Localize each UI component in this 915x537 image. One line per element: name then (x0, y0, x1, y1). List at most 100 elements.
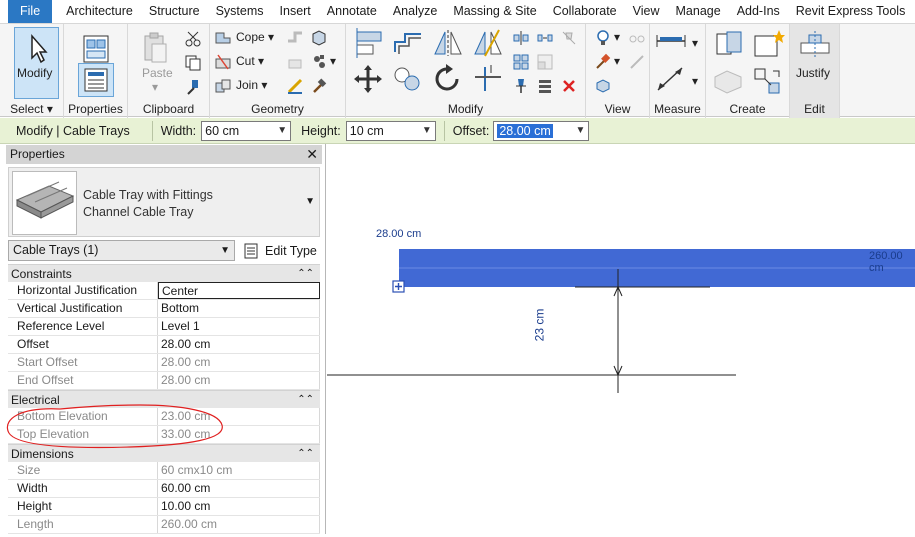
menu-systems[interactable]: Systems (208, 0, 272, 23)
property-name: End Offset (8, 372, 158, 389)
cope-icon (212, 27, 234, 49)
menu-structure[interactable]: Structure (141, 0, 208, 23)
remove-paint-button[interactable] (308, 75, 330, 97)
create-similar-button[interactable] (750, 64, 786, 98)
type-selector[interactable]: Cable Tray with Fittings Channel Cable T… (8, 167, 320, 237)
section-constraints[interactable]: Constraints ⌃⌃ (8, 264, 320, 282)
menu-architecture[interactable]: Architecture (58, 0, 141, 23)
delete-button[interactable] (558, 75, 580, 97)
options-separator (443, 120, 445, 141)
demolish-button[interactable] (284, 51, 306, 73)
dimension-text[interactable]: 23 cm (532, 309, 546, 342)
pin-button[interactable] (510, 75, 532, 97)
edit-type-button[interactable]: Edit Type (242, 240, 320, 261)
array-button[interactable] (510, 51, 532, 73)
hide-in-view-button[interactable] (592, 27, 614, 49)
rotate-button[interactable] (430, 62, 466, 96)
menu-annotate[interactable]: Annotate (319, 0, 385, 23)
modify-button[interactable]: Modify (14, 27, 59, 99)
view-group: ▾ ▾ View (586, 24, 650, 118)
create-group-button[interactable] (750, 27, 786, 61)
unpin-button[interactable] (558, 27, 580, 49)
offset-button[interactable] (390, 27, 426, 59)
menu-analyze[interactable]: Analyze (385, 0, 445, 23)
collapse-icon[interactable]: ⌃⌃ (297, 445, 314, 463)
context-label: Modify | Cable Trays (16, 123, 130, 138)
join-icon (212, 75, 234, 97)
scale-button[interactable] (534, 51, 556, 73)
offset-field[interactable]: 28.00 cm (158, 336, 320, 353)
menu-view[interactable]: View (625, 0, 668, 23)
collapse-icon[interactable]: ⌃⌃ (297, 391, 314, 409)
paste-dropdown-icon: ▾ (152, 80, 159, 94)
properties-label[interactable]: Properties (64, 102, 127, 116)
join-button[interactable]: Join ▾ (236, 78, 267, 92)
cut-to-clipboard-button[interactable] (182, 28, 204, 50)
move-button[interactable] (350, 62, 386, 96)
offset-combo[interactable]: 28.00 cm ▼ (493, 120, 590, 141)
width-field[interactable]: 60.00 cm (158, 480, 320, 497)
wall-joins-button[interactable] (284, 27, 306, 49)
copy-element-icon (394, 67, 420, 91)
mirror-draw-axis-button[interactable] (470, 27, 506, 59)
instance-selector[interactable]: Cable Trays (1) ▼ (8, 240, 235, 261)
split-with-gap-button[interactable] (534, 27, 556, 49)
copy-to-clipboard-button[interactable] (182, 52, 204, 74)
menu-massing-site[interactable]: Massing & Site (445, 0, 544, 23)
ribbon: Modify Select ▾ Properties Paste ▾ Clipb… (0, 23, 915, 118)
edit-profile-button[interactable] (284, 75, 306, 97)
copy-button[interactable] (390, 62, 426, 96)
reference-level-field[interactable]: Level 1 (158, 318, 320, 335)
cut-geometry-button[interactable]: Cut ▾ (236, 54, 264, 68)
view-visibility-button[interactable] (592, 75, 614, 97)
split-face-button[interactable] (308, 27, 330, 49)
vertical-justification-field[interactable]: Bottom (158, 300, 320, 317)
select-group: Modify Select ▾ (0, 24, 64, 118)
menu-insert[interactable]: Insert (272, 0, 319, 23)
justify-button[interactable] (796, 28, 834, 64)
paint-dropdown-icon: ▾ (330, 54, 337, 68)
paint-button[interactable] (308, 51, 330, 73)
type-properties-icon (83, 35, 109, 63)
select-group-label[interactable]: Select ▾ (0, 102, 63, 116)
cut-geometry-icon (212, 51, 234, 73)
split-gap-icon (537, 34, 553, 42)
measure-between-button[interactable] (654, 28, 688, 54)
align-distribute-button[interactable] (534, 75, 556, 97)
create-parts-button[interactable] (710, 27, 746, 61)
offset-icon (394, 33, 421, 54)
offset-tag[interactable]: 28.00 cm (376, 228, 421, 240)
menu-file[interactable]: File (8, 0, 53, 23)
width-combo[interactable]: 60 cm ▼ (201, 120, 292, 141)
menu-add-ins[interactable]: Add-Ins (729, 0, 788, 23)
create-assembly-button[interactable] (710, 64, 746, 98)
menu-collaborate[interactable]: Collaborate (545, 0, 625, 23)
height-combo[interactable]: 10 cm ▼ (345, 120, 436, 141)
collapse-icon[interactable]: ⌃⌃ (297, 265, 314, 283)
instance-selector-value: Cable Trays (1) (13, 243, 99, 257)
trim-extend-button[interactable] (470, 62, 506, 96)
drawing-canvas[interactable]: 28.00 cm 260.00 cm 23 cm (327, 144, 915, 534)
linework-button[interactable] (626, 51, 648, 73)
override-graphics-button[interactable] (592, 51, 614, 73)
horizontal-justification-field[interactable]: Center (158, 282, 320, 299)
scale-icon (537, 54, 553, 70)
cope-button[interactable]: Cope ▾ (236, 30, 274, 44)
assembly-icon (714, 70, 742, 94)
properties-button[interactable] (78, 63, 114, 97)
start-offset-value: 28.00 cm (158, 354, 320, 371)
mirror-pick-axis-button[interactable] (430, 27, 466, 59)
temporary-hide-button[interactable] (626, 27, 648, 49)
match-properties-button[interactable] (182, 76, 204, 98)
aligned-dimension-button[interactable] (654, 64, 688, 94)
height-field[interactable]: 10.00 cm (158, 498, 320, 515)
paste-button[interactable] (134, 26, 176, 68)
length-tag[interactable]: 260.00 cm (869, 250, 915, 274)
menu-manage[interactable]: Manage (668, 0, 729, 23)
menu-revit-express-tools[interactable]: Revit Express Tools (788, 0, 914, 23)
split-element-button[interactable] (510, 27, 532, 49)
measure-group-label: Measure (654, 102, 701, 116)
table-row: Offset 28.00 cm (8, 336, 320, 354)
align-button[interactable] (350, 27, 386, 59)
close-icon[interactable]: ✕ (306, 145, 318, 164)
